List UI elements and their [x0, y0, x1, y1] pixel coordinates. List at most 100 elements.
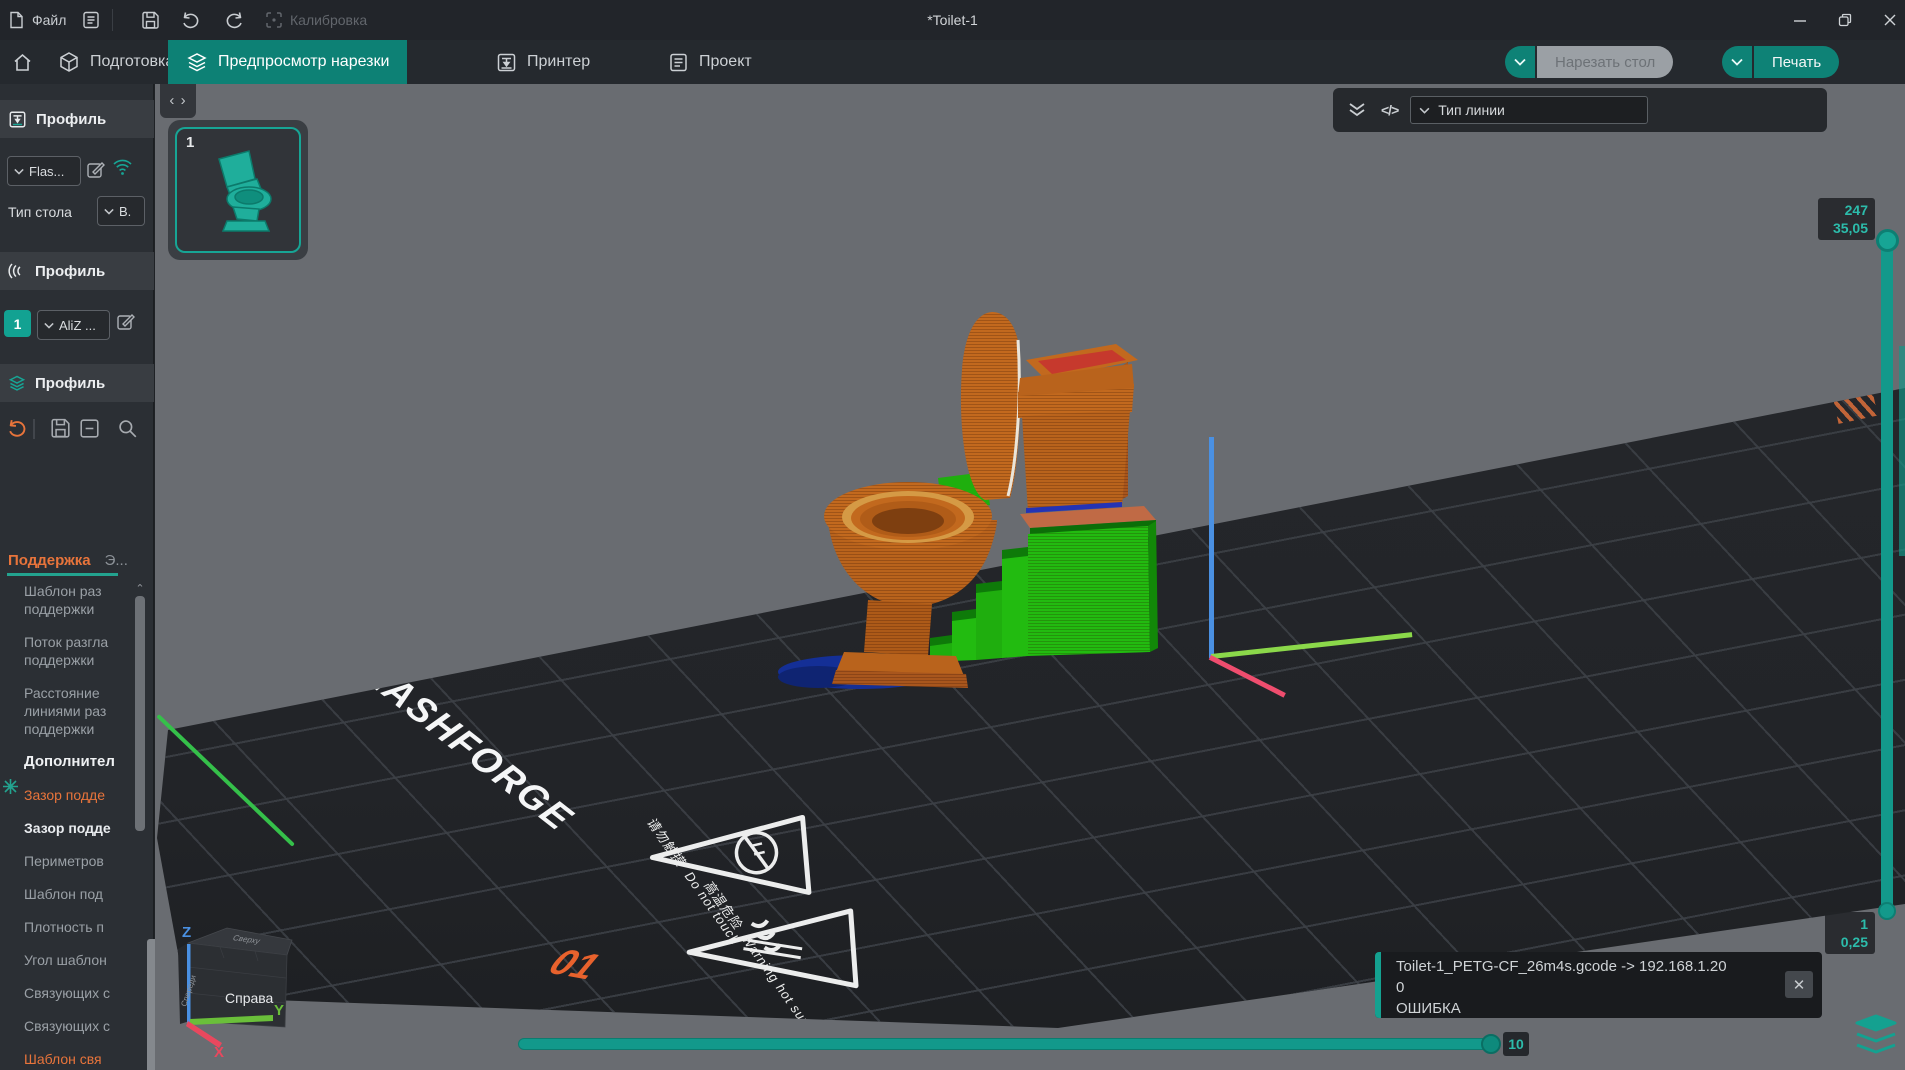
reset-profile-icon[interactable] — [7, 418, 28, 443]
menu-list-icon — [82, 11, 100, 29]
printer-select[interactable]: Flas... — [7, 156, 81, 186]
scroll-up-icon[interactable]: ⌃ — [134, 582, 146, 595]
save-icon — [141, 11, 160, 30]
calibration-button[interactable]: Калибровка — [265, 0, 367, 40]
print-dropdown-chevron[interactable] — [1722, 46, 1752, 78]
printer-icon — [497, 53, 516, 71]
restore-button[interactable] — [1829, 6, 1861, 34]
setting-item[interactable]: Шаблон свя — [24, 1050, 130, 1068]
layers-icon — [8, 375, 26, 391]
filament-slot-badge[interactable]: 1 — [4, 310, 31, 337]
toast-accent-stripe — [1375, 952, 1381, 1018]
filament-icon — [8, 263, 21, 279]
chevron-down-icon — [44, 322, 54, 329]
print-moves-slider-handle[interactable] — [1481, 1034, 1501, 1054]
preview-toolbar: </> Тип линии — [1333, 88, 1827, 132]
printer-icon — [9, 111, 26, 127]
settings-vertical-scrollbar[interactable]: ⌃ ⌄ — [134, 582, 146, 1070]
line-type-select[interactable]: Тип линии — [1410, 96, 1649, 124]
setting-item[interactable]: Зазор подде — [24, 786, 130, 804]
tab-project[interactable]: Проект — [650, 40, 770, 84]
toilet-thumbnail-icon — [218, 150, 272, 232]
file-menu-label: Файл — [32, 12, 67, 28]
setting-group-advanced[interactable]: Дополнител — [24, 753, 130, 771]
edit-printer-icon[interactable] — [86, 160, 106, 185]
collapse-all-icon[interactable] — [79, 418, 100, 444]
process-profile-header[interactable]: Профиль — [0, 364, 154, 402]
layer-bottom-badge: 1 0,25 — [1825, 912, 1875, 954]
tab-support-settings[interactable]: Поддержка — [8, 552, 91, 569]
setting-item[interactable]: Расстояние линиями раз поддержки — [24, 684, 130, 738]
vertical-scroll-thumb[interactable] — [135, 596, 145, 831]
setting-item[interactable]: Связующих с — [24, 984, 130, 1002]
setting-item[interactable]: Шаблон раз поддержки — [24, 582, 130, 618]
undo-button[interactable] — [181, 0, 201, 40]
profile-tools-divider — [32, 418, 36, 445]
layer-slider-top-handle[interactable] — [1876, 229, 1899, 252]
file-icon — [8, 11, 25, 29]
title-bar: Файл Калибровка *Toilet-1 — [0, 0, 1905, 40]
tab-printer[interactable]: Принтер — [478, 40, 608, 84]
toast-progress: 0 — [1396, 979, 1405, 996]
object-index: 1 — [186, 134, 195, 151]
search-settings-icon[interactable] — [117, 418, 138, 444]
home-button[interactable] — [0, 40, 45, 84]
layer-top-badge: 247 35,05 — [1818, 198, 1875, 240]
setting-item[interactable]: Зазор подде — [24, 819, 130, 837]
save-button[interactable] — [141, 0, 160, 40]
tab-expert-settings[interactable]: Э... — [105, 552, 128, 569]
tab-slice-preview-label: Предпросмотр нарезки — [218, 53, 390, 70]
main-tab-bar: Подготовка Предпросмотр нарезки Принтер … — [0, 40, 1905, 84]
layers-icon — [187, 53, 207, 72]
close-button[interactable] — [1874, 6, 1905, 34]
3d-viewport[interactable]: FLASHFORGE 请勿触摸 Do not touch 高温危险 Warnin… — [155, 84, 1905, 1070]
setting-item[interactable]: Шаблон под — [24, 885, 130, 903]
layer-slider-bottom-handle[interactable] — [1878, 902, 1896, 920]
object-thumbnail-card[interactable]: 1 — [168, 120, 308, 260]
layer-view-corner-icon[interactable] — [1853, 1014, 1899, 1063]
setting-item[interactable]: Периметров — [24, 852, 130, 870]
z-axis-line — [1209, 437, 1214, 658]
print-button[interactable]: Печать — [1754, 46, 1840, 78]
setting-item[interactable]: Плотность п — [24, 918, 130, 936]
redo-button[interactable] — [224, 0, 244, 40]
file-menu[interactable]: Файл — [8, 0, 66, 40]
chevron-down-icon — [104, 208, 114, 215]
cube-x-label: X — [214, 1044, 224, 1061]
slice-plate-button[interactable]: Нарезать стол — [1537, 46, 1674, 78]
filament-select[interactable]: AliZ ... — [37, 310, 110, 340]
printer-profile-header[interactable]: Профиль — [0, 100, 154, 138]
gcode-view-icon[interactable]: </> — [1381, 102, 1399, 118]
cube-y-label: Y — [274, 1002, 284, 1019]
setting-item[interactable]: Угол шаблон — [24, 951, 130, 969]
save-profile-icon[interactable] — [50, 418, 71, 444]
flashforge-diamond-icon — [316, 624, 345, 654]
collapse-object-list-button[interactable]: ‹ › — [160, 84, 196, 118]
bed-type-select[interactable]: B. — [97, 196, 145, 226]
minimize-button[interactable] — [1784, 6, 1816, 34]
chevron-down-icon — [14, 168, 24, 175]
sliced-model[interactable] — [760, 300, 1160, 705]
tab-slice-preview[interactable]: Предпросмотр нарезки — [168, 40, 408, 84]
tab-project-label: Проект — [699, 53, 752, 70]
print-moves-slider-track[interactable] — [518, 1038, 1497, 1050]
layer-slider-track[interactable] — [1881, 244, 1893, 912]
tab-prepare-label: Подготовка — [90, 53, 175, 70]
titlebar-divider — [112, 9, 113, 31]
toast-close-button[interactable]: ✕ — [1785, 971, 1813, 998]
collapse-panel-icon[interactable] — [1347, 102, 1367, 118]
toast-filename: Toilet-1_PETG-CF_26m4s.gcode -> 192.168.… — [1396, 958, 1727, 975]
setting-item[interactable]: Связующих с — [24, 1017, 130, 1035]
orientation-cube[interactable]: Z Y X Справа Спереди Сверху — [170, 915, 420, 1065]
bed-type-label: Тип стола — [8, 204, 72, 220]
setting-item[interactable]: Поток разгла поддержки — [24, 633, 130, 669]
wifi-icon[interactable] — [112, 158, 133, 182]
edit-filament-icon[interactable] — [116, 312, 136, 337]
chevron-down-icon — [1514, 58, 1526, 66]
filament-profile-header[interactable]: Профиль — [0, 252, 154, 290]
active-tab-underline — [7, 573, 118, 576]
print-split-button: Печать — [1722, 46, 1840, 78]
slice-dropdown-chevron[interactable] — [1505, 46, 1535, 78]
recent-files-button[interactable] — [82, 0, 100, 40]
undo-icon — [181, 11, 201, 29]
